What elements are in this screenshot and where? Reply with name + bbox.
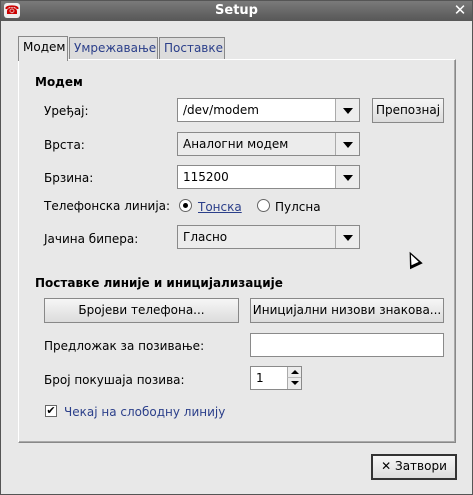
phone-numbers-button[interactable]: Бројеви телефона... bbox=[44, 298, 239, 323]
phone-line-label: Телефонска линија: bbox=[44, 199, 171, 213]
chevron-down-icon[interactable] bbox=[335, 226, 359, 248]
pulse-label[interactable]: Пулсна bbox=[275, 200, 321, 214]
pulse-radio[interactable] bbox=[257, 199, 270, 212]
volume-label: Јачина бипера: bbox=[44, 232, 139, 246]
tone-radio[interactable] bbox=[179, 199, 192, 212]
dial-prefix-label: Предложак за позивање: bbox=[44, 339, 205, 353]
volume-value: Гласно bbox=[183, 230, 228, 244]
stepper-up-icon[interactable] bbox=[287, 367, 301, 378]
dial-prefix-input[interactable] bbox=[250, 333, 444, 357]
modem-heading: Модем bbox=[35, 75, 83, 89]
chevron-down-icon[interactable] bbox=[335, 133, 359, 155]
device-label: Уређај: bbox=[44, 104, 89, 118]
line-heading: Поставке линије и иницијализације bbox=[35, 276, 283, 290]
close-button-label: Затвори bbox=[395, 459, 447, 473]
wait-dialtone-checkbox[interactable]: ✔ bbox=[45, 405, 57, 417]
speed-value: 115200 bbox=[183, 170, 229, 184]
chevron-down-icon[interactable] bbox=[335, 99, 359, 121]
volume-combo[interactable]: Гласно bbox=[177, 225, 360, 249]
tab-settings[interactable]: Поставке bbox=[159, 37, 225, 60]
tone-label[interactable]: Тонска bbox=[198, 200, 242, 214]
close-x-icon: ✕ bbox=[381, 459, 392, 473]
tab-modem[interactable]: Модем bbox=[18, 36, 68, 61]
setup-window: ☎ Setup ✕ Модем Умрежавање Поставке Моде… bbox=[0, 0, 473, 495]
window-title: Setup bbox=[215, 3, 258, 18]
device-value: /dev/modem bbox=[183, 103, 259, 117]
type-label: Врста: bbox=[44, 138, 85, 152]
retries-label: Број покушаја позива: bbox=[44, 373, 185, 387]
stepper-down-icon[interactable] bbox=[287, 378, 301, 389]
title-bar[interactable]: ☎ Setup ✕ bbox=[1, 1, 472, 21]
type-value: Аналогни модем bbox=[183, 137, 289, 151]
retries-value: 1 bbox=[256, 371, 264, 385]
device-combo[interactable]: /dev/modem bbox=[177, 98, 360, 122]
tab-networking[interactable]: Умрежавање bbox=[69, 37, 158, 60]
type-combo[interactable]: Аналогни модем bbox=[177, 132, 360, 156]
wait-dialtone-label[interactable]: Чекај на слободну линију bbox=[64, 405, 225, 419]
speed-label: Брзина: bbox=[44, 171, 94, 185]
chevron-down-icon[interactable] bbox=[335, 166, 359, 188]
retries-stepper[interactable]: 1 bbox=[250, 366, 302, 390]
detect-button[interactable]: Препознај bbox=[372, 98, 444, 123]
close-icon[interactable]: ✕ bbox=[452, 2, 468, 19]
speed-combo[interactable]: 115200 bbox=[177, 165, 360, 189]
init-strings-button[interactable]: Иницијални низови знакова... bbox=[250, 298, 444, 323]
close-button[interactable]: ✕ Затвори bbox=[371, 454, 457, 480]
